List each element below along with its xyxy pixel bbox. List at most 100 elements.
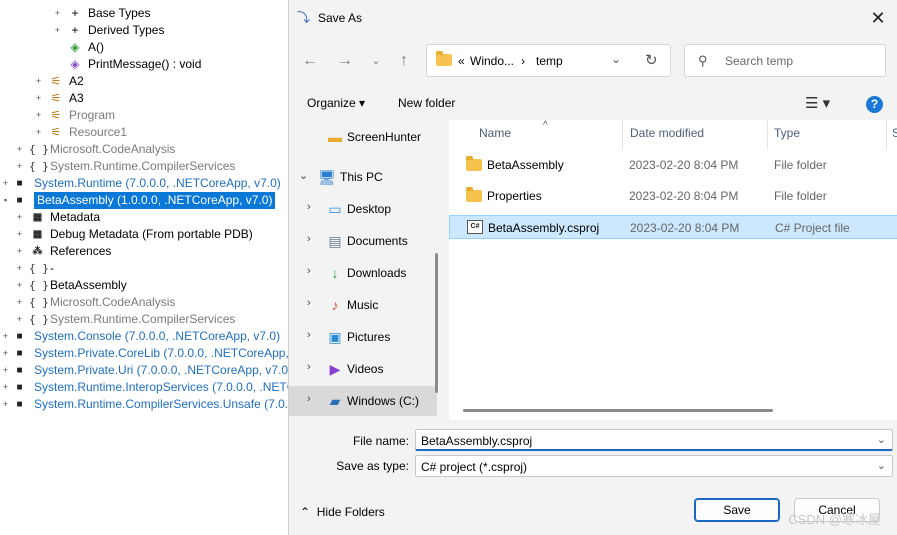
chevron-right-icon[interactable]: › bbox=[307, 265, 311, 277]
tree-row[interactable]: + ⚟ A2 bbox=[0, 73, 290, 90]
tree-row[interactable]: + ■ System.Private.Uri (7.0.0.0, .NETCoreA… bbox=[0, 362, 290, 379]
expand-toggle-icon[interactable]: + bbox=[15, 315, 24, 324]
horizontal-scrollbar[interactable] bbox=[463, 409, 773, 412]
column-divider[interactable] bbox=[767, 120, 768, 150]
close-icon[interactable]: ✕ bbox=[866, 6, 890, 30]
nav-item[interactable]: ⌄ 🖥 This PC bbox=[289, 162, 437, 192]
tree-row[interactable]: + { } BetaAssembly bbox=[0, 277, 290, 294]
column-header-size[interactable]: S bbox=[892, 126, 897, 140]
search-box[interactable]: ⚲ Search temp bbox=[684, 44, 886, 77]
tree-row[interactable]: + { } System.Runtime.CompilerServices bbox=[0, 311, 290, 328]
expand-toggle-icon[interactable]: + bbox=[15, 281, 24, 290]
tree-row[interactable]: + ■ System.Runtime.InteropServices (7.0.0.… bbox=[0, 379, 290, 396]
nav-item[interactable]: › ▰ Windows (C:) bbox=[289, 386, 437, 416]
expand-toggle-icon[interactable]: + bbox=[15, 247, 24, 256]
breadcrumb-overflow[interactable]: « bbox=[458, 54, 465, 68]
tree-row[interactable]: + { } - bbox=[0, 260, 290, 277]
recent-locations-chevron-icon[interactable]: ⌄ bbox=[365, 50, 387, 72]
organize-button[interactable]: Organize ▾ bbox=[307, 96, 365, 110]
back-arrow-icon[interactable]: ← bbox=[299, 50, 321, 72]
file-row[interactable]: Properties 2023-02-20 8:04 PM File folder bbox=[449, 184, 897, 208]
expand-toggle-icon[interactable]: + bbox=[15, 145, 24, 154]
csharp-file-icon: C# bbox=[467, 220, 483, 234]
chevron-right-icon[interactable]: › bbox=[307, 393, 311, 405]
expand-toggle-icon[interactable]: + bbox=[34, 111, 43, 120]
nav-item[interactable]: › ▣ Pictures bbox=[289, 322, 437, 352]
tree-row[interactable]: + ⁂ References bbox=[0, 243, 290, 260]
column-divider[interactable] bbox=[886, 120, 887, 150]
nav-item[interactable]: › ▶ Videos bbox=[289, 354, 437, 384]
expand-toggle-icon[interactable]: + bbox=[15, 213, 24, 222]
hide-folders-button[interactable]: ⌃ Hide Folders bbox=[300, 505, 385, 519]
expand-toggle-icon[interactable]: + bbox=[53, 9, 62, 18]
up-arrow-icon[interactable]: ↑ bbox=[393, 50, 415, 72]
expand-toggle-icon[interactable]: + bbox=[15, 264, 24, 273]
nav-item[interactable]: › ↓ Downloads bbox=[289, 258, 437, 288]
tree-row[interactable]: + ▦ Debug Metadata (From portable PDB) bbox=[0, 226, 290, 243]
breadcrumb-temp[interactable]: temp bbox=[536, 54, 563, 68]
nav-item[interactable]: › ♪ Music bbox=[289, 290, 437, 320]
expand-toggle-icon[interactable]: + bbox=[15, 298, 24, 307]
forward-arrow-icon[interactable]: → bbox=[334, 50, 356, 72]
help-icon[interactable]: ? bbox=[866, 96, 883, 113]
new-folder-button[interactable]: New folder bbox=[398, 96, 455, 110]
expand-toggle-icon[interactable]: + bbox=[34, 94, 43, 103]
chevron-down-icon[interactable]: ⌄ bbox=[877, 459, 886, 472]
save-button[interactable]: Save bbox=[694, 498, 780, 522]
tree-row[interactable]: + ⚟ A3 bbox=[0, 90, 290, 107]
expand-toggle-icon[interactable]: + bbox=[1, 179, 10, 188]
column-divider[interactable] bbox=[622, 120, 623, 150]
file-row[interactable]: BetaAssembly 2023-02-20 8:04 PM File folde… bbox=[449, 153, 897, 177]
nav-item[interactable]: ▬ ScreenHunter bbox=[289, 122, 437, 152]
chevron-right-icon[interactable]: › bbox=[307, 361, 311, 373]
expand-toggle-icon[interactable]: + bbox=[34, 128, 43, 137]
nav-scrollbar[interactable] bbox=[435, 253, 438, 393]
expand-toggle-icon[interactable]: + bbox=[53, 26, 62, 35]
tree-row[interactable]: ▪ ■ BetaAssembly (1.0.0.0, .NETCoreApp, v7… bbox=[0, 192, 290, 209]
nav-item[interactable]: › ▭ Desktop bbox=[289, 194, 437, 224]
column-header-date[interactable]: Date modified bbox=[630, 126, 704, 140]
expand-toggle-icon[interactable]: + bbox=[1, 383, 10, 392]
expand-toggle-icon[interactable]: + bbox=[34, 77, 43, 86]
tree-row[interactable]: + + Base Types bbox=[0, 5, 290, 22]
file-row[interactable]: C# BetaAssembly.csproj 2023-02-20 8:04 PM C… bbox=[449, 215, 897, 239]
chevron-down-icon[interactable]: ⌄ bbox=[299, 169, 308, 182]
tree-row[interactable]: + ⚟ Program bbox=[0, 107, 290, 124]
tree-row[interactable]: + + Derived Types bbox=[0, 22, 290, 39]
expand-toggle-icon[interactable]: + bbox=[1, 400, 10, 409]
column-header-name[interactable]: Name bbox=[479, 126, 511, 140]
nav-item[interactable]: › ▤ Documents bbox=[289, 226, 437, 256]
address-bar[interactable]: « Windo... › temp ⌄ ↻ bbox=[426, 44, 671, 77]
tree-row[interactable]: + { } System.Runtime.CompilerServices bbox=[0, 158, 290, 175]
expand-toggle-icon[interactable]: + bbox=[1, 349, 10, 358]
folder-icon bbox=[436, 51, 452, 66]
view-options-icon[interactable]: ☰ ▾ bbox=[805, 94, 830, 112]
tree-row[interactable]: ◈ PrintMessage() : void bbox=[0, 56, 290, 73]
tree-row[interactable]: + { } Microsoft.CodeAnalysis bbox=[0, 141, 290, 158]
chevron-right-icon[interactable]: › bbox=[307, 201, 311, 213]
chevron-right-icon[interactable]: › bbox=[307, 297, 311, 309]
collapse-toggle-icon[interactable]: ▪ bbox=[1, 196, 10, 205]
tree-row[interactable]: + ▦ Metadata bbox=[0, 209, 290, 226]
tree-row[interactable]: + { } Microsoft.CodeAnalysis bbox=[0, 294, 290, 311]
tree-row[interactable]: ◈ A() bbox=[0, 39, 290, 56]
file-name-input[interactable]: BetaAssembly.csproj ⌄ bbox=[415, 429, 893, 451]
tree-row[interactable]: + ⚟ Resource1 bbox=[0, 124, 290, 141]
tree-row[interactable]: + ■ System.Private.CoreLib (7.0.0.0, .NETC… bbox=[0, 345, 290, 362]
chevron-down-icon[interactable]: ⌄ bbox=[877, 433, 886, 446]
chevron-right-icon[interactable]: › bbox=[307, 329, 311, 341]
expand-toggle-icon[interactable]: + bbox=[15, 162, 24, 171]
chevron-down-icon[interactable]: ⌄ bbox=[611, 52, 621, 66]
expand-toggle-icon[interactable]: + bbox=[1, 332, 10, 341]
breadcrumb-windows[interactable]: Windo... bbox=[470, 54, 514, 68]
tree-row[interactable]: + ■ System.Console (7.0.0.0, .NETCoreApp, … bbox=[0, 328, 290, 345]
expand-toggle-icon[interactable]: + bbox=[15, 230, 24, 239]
save-as-type-select[interactable]: C# project (*.csproj) ⌄ bbox=[415, 455, 893, 477]
chevron-right-icon[interactable]: › bbox=[307, 233, 311, 245]
refresh-icon[interactable]: ↻ bbox=[645, 51, 658, 69]
tree-row[interactable]: + ■ System.Runtime.CompilerServices.Unsafe… bbox=[0, 396, 290, 413]
column-header-type[interactable]: Type bbox=[774, 126, 800, 140]
tree-row[interactable]: + ■ System.Runtime (7.0.0.0, .NETCoreApp, … bbox=[0, 175, 290, 192]
method-icon: ◈ bbox=[70, 40, 80, 54]
expand-toggle-icon[interactable]: + bbox=[1, 366, 10, 375]
